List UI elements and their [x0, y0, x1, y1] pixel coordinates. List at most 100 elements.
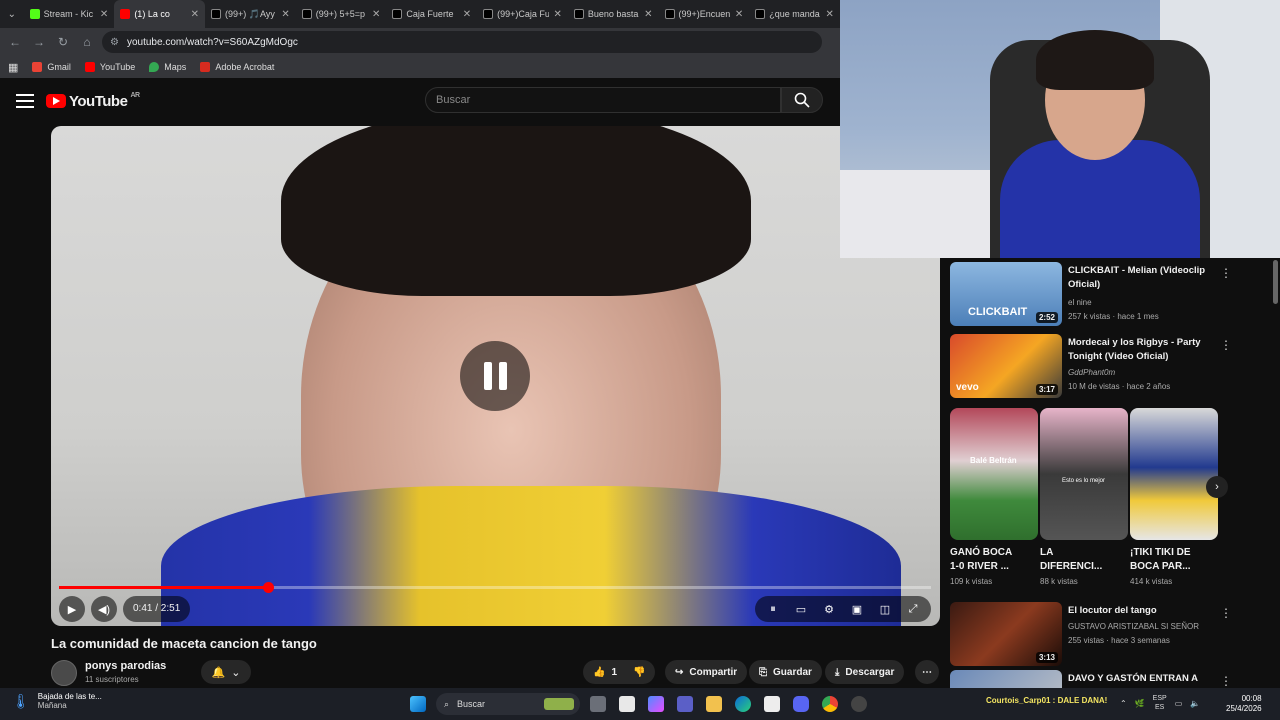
site-info-icon[interactable]: ⚙	[110, 37, 119, 48]
taskbar-clock[interactable]: 00:08 25/4/2026	[1226, 694, 1262, 714]
edge-icon[interactable]	[735, 696, 751, 712]
forward-icon[interactable]: →	[30, 33, 48, 51]
tab-close-icon[interactable]: ✕	[372, 9, 380, 20]
chat-notification[interactable]: Courtois_Carp01 : DALE DANA!	[986, 696, 1107, 705]
language-indicator[interactable]: ESP ES	[1153, 694, 1167, 712]
short-title[interactable]: LA DIFERENCI...	[1040, 546, 1110, 574]
tab-close-icon[interactable]: ✕	[553, 9, 561, 20]
theater-mode-icon[interactable]: ▣	[847, 599, 867, 619]
teams-icon[interactable]	[677, 696, 693, 712]
fullscreen-icon[interactable]: ⤢	[903, 599, 923, 619]
discord-icon[interactable]	[793, 696, 809, 712]
short-title[interactable]: ¡TIKI TIKI DE BOCA PAR...	[1130, 546, 1200, 574]
browser-tab[interactable]: Stream - Kic ✕	[24, 0, 115, 28]
video-thumbnail[interactable]: CLICKBAIT 2:52	[950, 262, 1062, 326]
related-video-item[interactable]: 3:13 El locutor del tango GUSTAVO ARISTI…	[950, 602, 1270, 668]
store-icon[interactable]	[764, 696, 780, 712]
youtube-logo[interactable]: YouTube AR	[46, 92, 140, 110]
bookmark-maps[interactable]: Maps	[149, 62, 186, 72]
cast-icon[interactable]: ◫	[875, 599, 895, 619]
bookmark-youtube[interactable]: YouTube	[84, 62, 135, 72]
short-thumbnail[interactable]: Esto es lo mejor	[1040, 408, 1128, 540]
pause-overlay-icon[interactable]	[460, 341, 530, 411]
tab-close-icon[interactable]: ✕	[100, 9, 108, 20]
browser-tab[interactable]: Bueno basta ✕	[568, 0, 659, 28]
short-thumbnail[interactable]: Balé Beltrán	[950, 408, 1038, 540]
autoplay-toggle-icon[interactable]: ⏸	[763, 599, 783, 619]
chevron-right-icon[interactable]: ›	[1206, 476, 1228, 498]
volume-tray-icon[interactable]: 🔈	[1190, 699, 1200, 708]
more-options-icon[interactable]: ⋮	[1220, 674, 1232, 688]
related-video-item[interactable]: vevo 3:17 Mordecai y los Rigbys - Party …	[950, 334, 1270, 400]
search-button[interactable]	[781, 87, 823, 113]
short-title[interactable]: GANÓ BOCA 1-0 RIVER ...	[950, 546, 1020, 574]
channel-name[interactable]: ponys parodias	[85, 660, 166, 672]
tab-search-icon[interactable]: ⌄	[0, 0, 24, 28]
copilot-icon[interactable]	[648, 696, 664, 712]
volume-icon[interactable]: ◀)	[91, 596, 117, 622]
subtitles-icon[interactable]: ▭	[791, 599, 811, 619]
browser-tab[interactable]: (99+)Caja Fu ✕	[477, 0, 568, 28]
tab-close-icon[interactable]: ✕	[826, 9, 834, 20]
more-options-icon[interactable]: ⋮	[1220, 266, 1232, 280]
video-thumbnail[interactable]: 3:13	[950, 602, 1062, 666]
browser-tab[interactable]: (99+)Encuen ✕	[659, 0, 750, 28]
file-explorer-icon[interactable]	[706, 696, 722, 712]
back-icon[interactable]: ←	[6, 33, 24, 51]
tray-app-icon[interactable]: 🌿	[1135, 699, 1145, 708]
short-item[interactable]: ¡TIKI TIKI DE BOCA PAR... 414 k vistas	[1130, 408, 1218, 586]
widgets-icon[interactable]	[619, 696, 635, 712]
short-item[interactable]: Esto es lo mejor LA DIFERENCI... 88 k vi…	[1040, 408, 1128, 586]
obs-icon[interactable]	[851, 696, 867, 712]
progress-bar[interactable]	[59, 582, 931, 593]
tab-close-icon[interactable]: ✕	[644, 9, 652, 20]
dislike-icon[interactable]: 👎	[633, 667, 645, 678]
related-video-item[interactable]: DAVO Y GASTÓN ENTRAN A ⋮	[950, 670, 1270, 688]
like-button[interactable]: 👍 1 👎	[583, 660, 656, 684]
video-player[interactable]: ▶ ◀) 0:41 / 2:51 ⏸ ▭ ⚙ ▣ ◫ ⤢	[51, 126, 940, 626]
related-video-item[interactable]: CLICKBAIT 2:52 CLICKBAIT - Melian (Video…	[950, 262, 1270, 328]
start-windows-icon[interactable]	[410, 696, 426, 712]
more-options-icon[interactable]: ⋮	[1220, 338, 1232, 352]
chrome-icon[interactable]	[822, 696, 838, 712]
menu-icon[interactable]	[16, 94, 34, 108]
task-view-icon[interactable]	[590, 696, 606, 712]
download-button[interactable]: ⤓ Descargar	[825, 660, 905, 684]
tab-close-icon[interactable]: ✕	[191, 9, 199, 20]
bookmark-gmail[interactable]: Gmail	[32, 62, 71, 72]
short-item[interactable]: Balé Beltrán GANÓ BOCA 1-0 RIVER ... 109…	[950, 408, 1038, 586]
home-icon[interactable]: ⌂	[78, 33, 96, 51]
save-button[interactable]: ⎘ Guardar	[749, 660, 822, 684]
share-button[interactable]: ↪ Compartir	[665, 660, 748, 684]
video-title[interactable]: DAVO Y GASTÓN ENTRAN A	[1068, 672, 1218, 686]
url-input[interactable]: ⚙ youtube.com/watch?v=S60AZgMdOgc	[102, 31, 822, 53]
chevron-up-icon[interactable]: ⌃	[1120, 699, 1127, 708]
tab-close-icon[interactable]: ✕	[463, 9, 471, 20]
network-icon[interactable]: ▭	[1175, 699, 1183, 708]
weather-widget[interactable]: 🌡 Bajada de las te... Mañana	[12, 692, 102, 710]
play-button[interactable]: ▶	[59, 596, 85, 622]
video-title[interactable]: CLICKBAIT - Melian (Videoclip Oficial)	[1068, 264, 1218, 292]
video-title[interactable]: El locutor del tango	[1068, 604, 1218, 618]
bookmark-adobe-acrobat[interactable]: Adobe Acrobat	[200, 62, 274, 72]
browser-tab[interactable]: (99+) 5+5=p ✕	[296, 0, 387, 28]
video-title[interactable]: Mordecai y los Rigbys - Party Tonight (V…	[1068, 336, 1218, 364]
settings-gear-icon[interactable]: ⚙	[819, 599, 839, 619]
video-thumbnail[interactable]: vevo 3:17	[950, 334, 1062, 398]
browser-tab[interactable]: ¿que manda ✕	[749, 0, 840, 28]
sidebar-scrollbar[interactable]	[1273, 260, 1278, 304]
browser-tab[interactable]: (1) La co ✕	[114, 0, 206, 28]
tab-close-icon[interactable]: ✕	[735, 9, 743, 20]
notification-bell-button[interactable]: 🔔 ⌄	[201, 660, 251, 684]
search-input[interactable]: Buscar	[425, 87, 781, 113]
more-options-icon[interactable]: ⋮	[1220, 606, 1232, 620]
short-thumbnail[interactable]	[1130, 408, 1218, 540]
browser-tab[interactable]: (99+) 🎵Ayy ✕	[205, 0, 296, 28]
reload-icon[interactable]: ↻	[54, 33, 72, 51]
apps-grid-icon[interactable]: ▦	[8, 61, 18, 74]
more-actions-button[interactable]: ⋯	[915, 660, 939, 684]
taskbar-search[interactable]: ⌕ Buscar	[436, 693, 580, 715]
browser-tab[interactable]: Caja Fuerte ✕	[386, 0, 477, 28]
video-thumbnail[interactable]	[950, 670, 1062, 688]
tab-close-icon[interactable]: ✕	[281, 9, 289, 20]
